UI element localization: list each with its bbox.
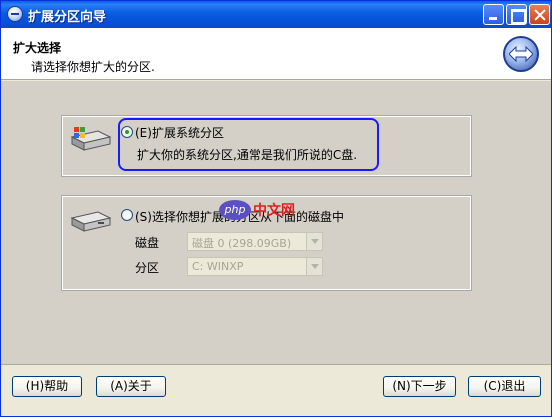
wizard-window: 扩展分区向导 扩大选择 请选择你想扩大的分区. (E)扩展系统分区 扩大你的系统… (0, 0, 552, 417)
wizard-header: 扩大选择 请选择你想扩大的分区. (1, 28, 551, 80)
maximize-icon[interactable] (506, 4, 527, 25)
disk-drive-icon (70, 211, 112, 232)
chevron-down-icon[interactable] (306, 258, 322, 275)
chevron-down-icon[interactable] (306, 233, 322, 250)
resize-arrows-icon (503, 36, 539, 72)
next-button[interactable]: (N)下一步 (383, 376, 456, 397)
about-button[interactable]: (A)关于 (96, 376, 166, 397)
partition-label: 分区 (135, 261, 160, 275)
partition-select-value: C: WINXP (192, 260, 244, 273)
minimize-icon[interactable] (483, 4, 504, 25)
wizard-app-icon (7, 6, 23, 22)
disk-select-value: 磁盘 0 (298.09GB) (192, 237, 292, 250)
wizard-footer: (H)帮助 (A)关于 (N)下一步 (C)退出 (1, 364, 551, 416)
watermark-logo: php 中文网 (219, 198, 319, 226)
window-title: 扩展分区向导 (28, 10, 107, 25)
help-button[interactable]: (H)帮助 (12, 376, 82, 397)
header-subtitle: 请选择你想扩大的分区. (31, 60, 155, 74)
watermark-text: 中文网 (253, 203, 295, 219)
system-drive-icon (70, 127, 112, 151)
title-bar[interactable]: 扩展分区向导 (1, 1, 551, 28)
watermark-badge: php (219, 200, 251, 220)
disk-label: 磁盘 (135, 236, 160, 250)
close-icon[interactable] (529, 4, 550, 25)
option2-radio[interactable] (121, 209, 133, 221)
partition-select[interactable]: C: WINXP (187, 257, 323, 276)
header-title: 扩大选择 (13, 41, 62, 55)
selection-highlight (118, 118, 379, 171)
disk-select[interactable]: 磁盘 0 (298.09GB) (187, 232, 323, 251)
exit-button[interactable]: (C)退出 (468, 376, 541, 397)
